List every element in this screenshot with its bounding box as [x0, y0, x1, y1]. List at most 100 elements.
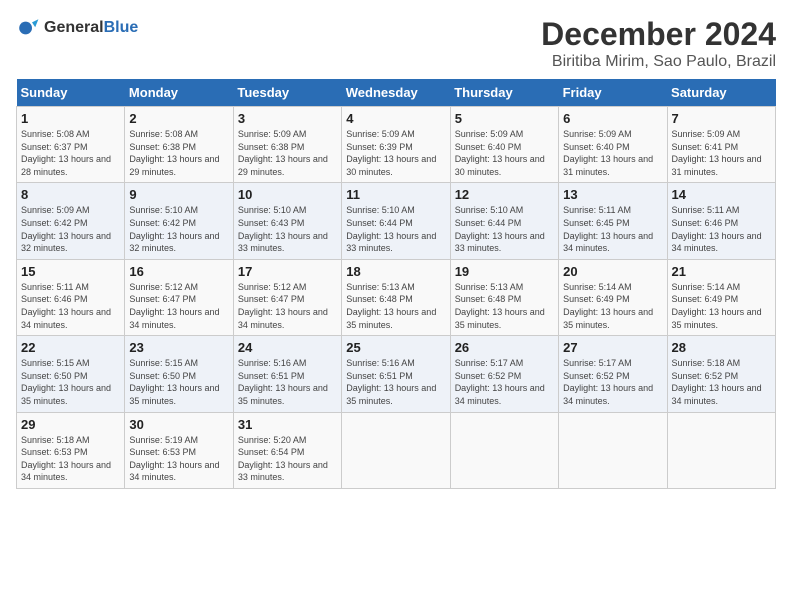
day-detail: Sunrise: 5:08 AMSunset: 6:38 PMDaylight:… — [129, 129, 219, 177]
day-number: 1 — [21, 111, 120, 126]
table-row: 18 Sunrise: 5:13 AMSunset: 6:48 PMDayligh… — [342, 259, 450, 335]
day-detail: Sunrise: 5:09 AMSunset: 6:40 PMDaylight:… — [455, 129, 545, 177]
subtitle: Biritiba Mirim, Sao Paulo, Brazil — [541, 53, 776, 71]
day-number: 6 — [563, 111, 662, 126]
day-detail: Sunrise: 5:13 AMSunset: 6:48 PMDaylight:… — [346, 282, 436, 330]
calendar-week-row: 8 Sunrise: 5:09 AMSunset: 6:42 PMDaylight… — [17, 183, 776, 259]
col-sunday: Sunday — [17, 79, 125, 107]
day-number: 3 — [238, 111, 337, 126]
day-number: 28 — [672, 340, 771, 355]
col-wednesday: Wednesday — [342, 79, 450, 107]
table-row: 21Sunrise: 5:14 AMSunset: 6:49 PMDayligh… — [667, 259, 775, 335]
table-row: 29 Sunrise: 5:18 AMSunset: 6:53 PMDayligh… — [17, 412, 125, 488]
day-detail: Sunrise: 5:11 AMSunset: 6:45 PMDaylight:… — [563, 205, 653, 253]
day-number: 14 — [672, 187, 771, 202]
day-detail: Sunrise: 5:11 AMSunset: 6:46 PMDaylight:… — [672, 205, 762, 253]
table-row: 15 Sunrise: 5:11 AMSunset: 6:46 PMDayligh… — [17, 259, 125, 335]
day-number: 13 — [563, 187, 662, 202]
day-detail: Sunrise: 5:12 AMSunset: 6:47 PMDaylight:… — [238, 282, 328, 330]
day-number: 12 — [455, 187, 554, 202]
day-detail: Sunrise: 5:09 AMSunset: 6:38 PMDaylight:… — [238, 129, 328, 177]
table-row: 24 Sunrise: 5:16 AMSunset: 6:51 PMDayligh… — [233, 336, 341, 412]
table-row: 6 Sunrise: 5:09 AMSunset: 6:40 PMDaylight… — [559, 107, 667, 183]
day-detail: Sunrise: 5:14 AMSunset: 6:49 PMDaylight:… — [563, 282, 653, 330]
day-detail: Sunrise: 5:10 AMSunset: 6:42 PMDaylight:… — [129, 205, 219, 253]
day-detail: Sunrise: 5:14 AMSunset: 6:49 PMDaylight:… — [672, 282, 762, 330]
calendar-week-row: 15 Sunrise: 5:11 AMSunset: 6:46 PMDayligh… — [17, 259, 776, 335]
day-number: 9 — [129, 187, 228, 202]
day-detail: Sunrise: 5:10 AMSunset: 6:44 PMDaylight:… — [455, 205, 545, 253]
calendar-week-row: 29 Sunrise: 5:18 AMSunset: 6:53 PMDayligh… — [17, 412, 776, 488]
day-detail: Sunrise: 5:15 AMSunset: 6:50 PMDaylight:… — [21, 358, 111, 406]
table-row: 4Sunrise: 5:09 AMSunset: 6:39 PMDaylight… — [342, 107, 450, 183]
day-number: 10 — [238, 187, 337, 202]
day-number: 24 — [238, 340, 337, 355]
day-number: 31 — [238, 417, 337, 432]
day-number: 26 — [455, 340, 554, 355]
col-saturday: Saturday — [667, 79, 775, 107]
table-row: 1 Sunrise: 5:08 AMSunset: 6:37 PMDaylight… — [17, 107, 125, 183]
table-row: 31 Sunrise: 5:20 AMSunset: 6:54 PMDayligh… — [233, 412, 341, 488]
day-number: 8 — [21, 187, 120, 202]
day-detail: Sunrise: 5:16 AMSunset: 6:51 PMDaylight:… — [238, 358, 328, 406]
calendar-header-row: Sunday Monday Tuesday Wednesday Thursday… — [17, 79, 776, 107]
day-number: 7 — [672, 111, 771, 126]
day-detail: Sunrise: 5:12 AMSunset: 6:47 PMDaylight:… — [129, 282, 219, 330]
main-title: December 2024 — [541, 16, 776, 53]
table-row — [559, 412, 667, 488]
col-monday: Monday — [125, 79, 233, 107]
table-row: 27Sunrise: 5:17 AMSunset: 6:52 PMDayligh… — [559, 336, 667, 412]
day-number: 18 — [346, 264, 445, 279]
day-number: 11 — [346, 187, 445, 202]
day-detail: Sunrise: 5:15 AMSunset: 6:50 PMDaylight:… — [129, 358, 219, 406]
day-detail: Sunrise: 5:17 AMSunset: 6:52 PMDaylight:… — [455, 358, 545, 406]
col-friday: Friday — [559, 79, 667, 107]
day-detail: Sunrise: 5:16 AMSunset: 6:51 PMDaylight:… — [346, 358, 436, 406]
day-detail: Sunrise: 5:20 AMSunset: 6:54 PMDaylight:… — [238, 435, 328, 483]
day-detail: Sunrise: 5:18 AMSunset: 6:52 PMDaylight:… — [672, 358, 762, 406]
table-row: 25 Sunrise: 5:16 AMSunset: 6:51 PMDayligh… — [342, 336, 450, 412]
logo-icon — [16, 16, 40, 40]
table-row: 22Sunrise: 5:15 AMSunset: 6:50 PMDayligh… — [17, 336, 125, 412]
day-detail: Sunrise: 5:19 AMSunset: 6:53 PMDaylight:… — [129, 435, 219, 483]
day-detail: Sunrise: 5:11 AMSunset: 6:46 PMDaylight:… — [21, 282, 111, 330]
table-row: 10 Sunrise: 5:10 AMSunset: 6:43 PMDayligh… — [233, 183, 341, 259]
day-detail: Sunrise: 5:09 AMSunset: 6:40 PMDaylight:… — [563, 129, 653, 177]
day-detail: Sunrise: 5:09 AMSunset: 6:42 PMDaylight:… — [21, 205, 111, 253]
day-number: 29 — [21, 417, 120, 432]
table-row: 8 Sunrise: 5:09 AMSunset: 6:42 PMDaylight… — [17, 183, 125, 259]
table-row: 17 Sunrise: 5:12 AMSunset: 6:47 PMDayligh… — [233, 259, 341, 335]
day-detail: Sunrise: 5:08 AMSunset: 6:37 PMDaylight:… — [21, 129, 111, 177]
table-row: 20 Sunrise: 5:14 AMSunset: 6:49 PMDayligh… — [559, 259, 667, 335]
title-section: December 2024 Biritiba Mirim, Sao Paulo,… — [541, 16, 776, 71]
table-row: 2Sunrise: 5:08 AMSunset: 6:38 PMDaylight… — [125, 107, 233, 183]
logo-text-blue: Blue — [104, 19, 139, 36]
day-number: 30 — [129, 417, 228, 432]
table-row: 13 Sunrise: 5:11 AMSunset: 6:45 PMDayligh… — [559, 183, 667, 259]
day-detail: Sunrise: 5:10 AMSunset: 6:43 PMDaylight:… — [238, 205, 328, 253]
table-row: 14 Sunrise: 5:11 AMSunset: 6:46 PMDayligh… — [667, 183, 775, 259]
table-row: 7 Sunrise: 5:09 AMSunset: 6:41 PMDaylight… — [667, 107, 775, 183]
day-number: 19 — [455, 264, 554, 279]
logo-text-general: General — [44, 19, 104, 36]
calendar-table: Sunday Monday Tuesday Wednesday Thursday… — [16, 79, 776, 489]
col-thursday: Thursday — [450, 79, 558, 107]
table-row: 23Sunrise: 5:15 AMSunset: 6:50 PMDayligh… — [125, 336, 233, 412]
table-row: 3 Sunrise: 5:09 AMSunset: 6:38 PMDaylight… — [233, 107, 341, 183]
table-row: 5Sunrise: 5:09 AMSunset: 6:40 PMDaylight… — [450, 107, 558, 183]
page-header: GeneralBlue December 2024 Biritiba Mirim… — [16, 16, 776, 71]
day-detail: Sunrise: 5:09 AMSunset: 6:41 PMDaylight:… — [672, 129, 762, 177]
table-row: 11Sunrise: 5:10 AMSunset: 6:44 PMDayligh… — [342, 183, 450, 259]
table-row: 28 Sunrise: 5:18 AMSunset: 6:52 PMDayligh… — [667, 336, 775, 412]
day-number: 17 — [238, 264, 337, 279]
table-row — [342, 412, 450, 488]
day-number: 15 — [21, 264, 120, 279]
table-row — [667, 412, 775, 488]
day-detail: Sunrise: 5:09 AMSunset: 6:39 PMDaylight:… — [346, 129, 436, 177]
day-number: 25 — [346, 340, 445, 355]
day-detail: Sunrise: 5:13 AMSunset: 6:48 PMDaylight:… — [455, 282, 545, 330]
day-detail: Sunrise: 5:17 AMSunset: 6:52 PMDaylight:… — [563, 358, 653, 406]
table-row: 12 Sunrise: 5:10 AMSunset: 6:44 PMDayligh… — [450, 183, 558, 259]
day-detail: Sunrise: 5:18 AMSunset: 6:53 PMDaylight:… — [21, 435, 111, 483]
day-number: 20 — [563, 264, 662, 279]
